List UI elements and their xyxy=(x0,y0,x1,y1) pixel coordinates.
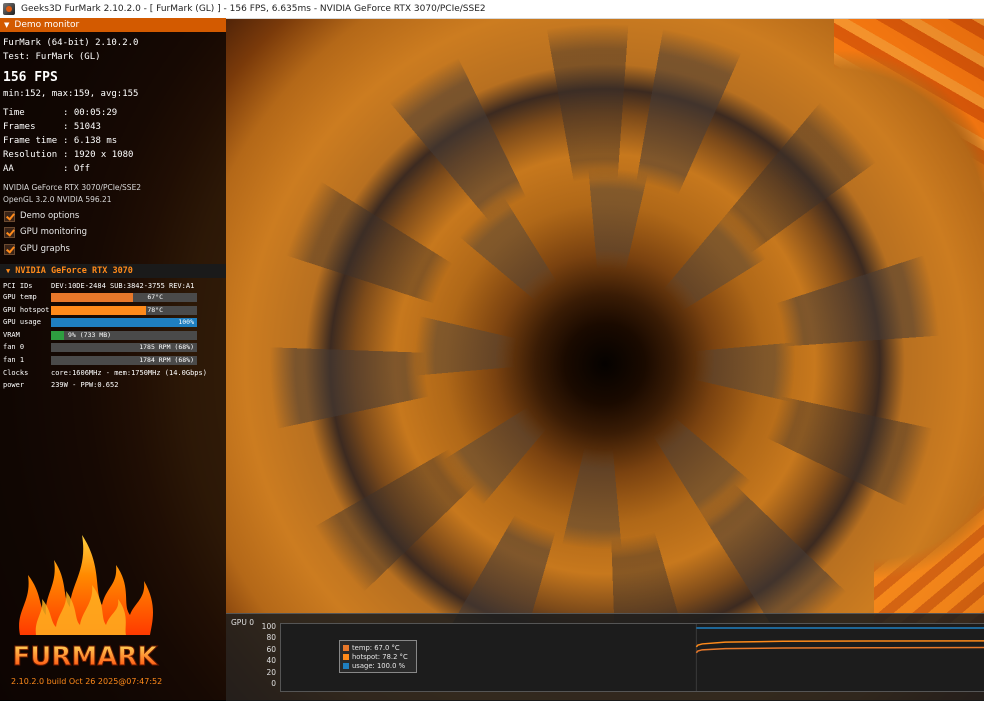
stat-value-aa: : Off xyxy=(63,164,91,174)
vram-value: 9% (733 MB) xyxy=(68,331,112,339)
gpu-renderer: NVIDIA GeForce RTX 3070/PCIe/SSE2 xyxy=(3,183,142,192)
gpu-hotspot-label: GPU hotspot xyxy=(3,306,50,314)
legend-item-hotspot: hotspot: 78.2 °C xyxy=(343,652,413,661)
legend-swatch-temp xyxy=(343,644,349,651)
stat-label-resolution: Resolution xyxy=(3,150,58,160)
checkbox-checked-icon[interactable] xyxy=(4,210,15,222)
gpu-usage-value: 100% xyxy=(178,318,194,326)
gpu-monitor-header[interactable]: ▼ NVIDIA GeForce RTX 3070 xyxy=(0,264,226,278)
build-info: 2.10.2.0 build Oct 26 2025@07:47:52 xyxy=(11,677,163,686)
window-title: Geeks3D FurMark 2.10.2.0 - [ FurMark (GL… xyxy=(21,4,486,14)
clocks-label: Clocks xyxy=(3,369,29,377)
flame-logo-icon: FURMARK xyxy=(12,535,159,673)
stat-value-frames: : 51043 xyxy=(63,122,101,132)
legend-swatch-usage xyxy=(343,662,349,669)
y-tick-label: 20 xyxy=(266,667,276,677)
power-label: power xyxy=(3,381,25,389)
stat-label-frame-time: Frame time xyxy=(3,136,58,146)
y-tick-label: 80 xyxy=(266,633,276,643)
fan-0-value: 1785 RPM (68%) xyxy=(139,343,194,351)
y-tick-label: 40 xyxy=(266,656,276,666)
furmark-app-icon xyxy=(3,3,15,15)
pci-ids-label: PCI IDs xyxy=(3,282,33,290)
series-line-hotspot xyxy=(695,640,984,648)
demo-options-label[interactable]: Demo options xyxy=(20,211,79,221)
opengl-version: OpenGL 3.2.0 NVIDIA 596.21 xyxy=(3,195,112,204)
gpu-monitoring-checkbox[interactable]: GPU monitoring xyxy=(4,226,87,238)
gpu-temp-bar: 67°C xyxy=(51,293,197,302)
fur-donut-inner-texture xyxy=(355,109,855,609)
test-name: Test: FurMark (GL) xyxy=(3,52,101,62)
stat-label-frames: Frames xyxy=(3,122,36,132)
fan-0-bar: 1785 RPM (68%) xyxy=(51,343,197,352)
collapse-arrow-icon[interactable]: ▼ xyxy=(6,267,10,275)
fan-1-bar: 1784 RPM (68%) xyxy=(51,356,197,365)
checkbox-checked-icon[interactable] xyxy=(4,226,15,238)
gpu-graphs-checkbox[interactable]: GPU graphs xyxy=(4,243,70,255)
app-version: FurMark (64-bit) 2.10.2.0 xyxy=(3,38,139,48)
series-line-temp xyxy=(695,646,984,654)
gpu-usage-bar: 100% xyxy=(51,318,197,327)
stat-label-time: Time xyxy=(3,108,25,118)
demo-options-checkbox[interactable]: Demo options xyxy=(4,210,79,222)
furmark-logo: FURMARK xyxy=(10,515,160,675)
collapse-arrow-icon[interactable]: ▼ xyxy=(4,21,9,29)
y-tick-label: 0 xyxy=(271,679,276,688)
fan-0-label: fan 0 xyxy=(3,343,25,351)
legend-item-usage: usage: 100.0 % xyxy=(343,661,413,670)
legend-swatch-hotspot xyxy=(343,653,349,660)
power-value: 239W - PPW:0.652 xyxy=(51,381,119,389)
gpu-graphs-label[interactable]: GPU graphs xyxy=(20,244,70,254)
gpu-hotspot-bar: 78°C xyxy=(51,306,197,315)
vram-bar: 9% (733 MB) xyxy=(51,331,197,340)
stat-value-time: : 00:05:29 xyxy=(63,108,118,118)
y-tick-label: 100 xyxy=(261,622,276,631)
vram-bar-fill xyxy=(51,331,65,340)
demo-monitor-header[interactable]: ▼ Demo monitor xyxy=(0,18,226,32)
gpu-hotspot-value: 78°C xyxy=(147,306,163,314)
legend-label-usage: usage: 100.0 % xyxy=(352,661,406,670)
gpu-temp-bar-fill xyxy=(51,293,133,302)
pci-ids-value: DEV:10DE-2484 SUB:3842-3755 REV:A1 xyxy=(51,282,195,290)
graph-legend: temp: 67.0 °C hotspot: 78.2 °C usage: 10… xyxy=(339,640,417,673)
stat-value-frame-time: : 6.138 ms xyxy=(63,136,118,146)
gpu-temp-label: GPU temp xyxy=(3,293,37,301)
vram-label: VRAM xyxy=(3,331,20,339)
gpu-temp-value: 67°C xyxy=(147,293,163,301)
window-title-bar[interactable]: Geeks3D FurMark 2.10.2.0 - [ FurMark (GL… xyxy=(0,0,984,19)
fan-1-label: fan 1 xyxy=(3,356,25,364)
graph-plot-area: temp: 67.0 °C hotspot: 78.2 °C usage: 10… xyxy=(280,623,984,692)
gpu-monitoring-label[interactable]: GPU monitoring xyxy=(20,227,87,237)
y-tick-label: 60 xyxy=(266,644,276,654)
furmark-logo-text: FURMARK xyxy=(12,642,158,672)
gpu-usage-label: GPU usage xyxy=(3,318,41,326)
gpu-hotspot-bar-fill xyxy=(51,306,146,315)
clocks-value: core:1606MHz - mem:1750MHz (14.0Gbps) xyxy=(51,369,207,377)
gpu-usage-bar-fill xyxy=(51,318,197,327)
checkbox-checked-icon[interactable] xyxy=(4,243,15,255)
stat-value-resolution: : 1920 x 1080 xyxy=(63,150,134,160)
gpu-name: NVIDIA GeForce RTX 3070 xyxy=(15,266,133,276)
legend-item-temp: temp: 67.0 °C xyxy=(343,643,413,652)
legend-label-temp: temp: 67.0 °C xyxy=(352,643,400,652)
legend-label-hotspot: hotspot: 78.2 °C xyxy=(352,652,408,661)
fps-readout: 156 FPS xyxy=(3,70,58,85)
gpu-graph-panel: GPU 0 100 80 60 40 20 0 temp: 67.0 °C hotspot… xyxy=(226,613,984,701)
stat-label-aa: AA xyxy=(3,164,14,174)
fan-1-value: 1784 RPM (68%) xyxy=(139,356,194,364)
fps-stats: min:152, max:159, avg:155 xyxy=(3,89,139,99)
demo-monitor-title: Demo monitor xyxy=(14,20,80,30)
